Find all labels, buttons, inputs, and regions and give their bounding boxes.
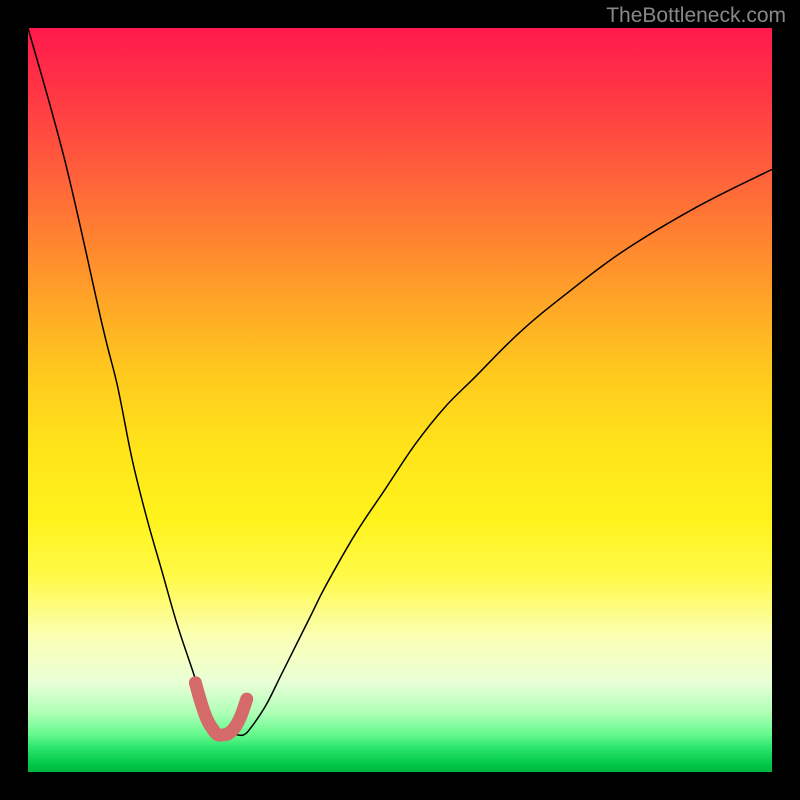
optimal-range-marker bbox=[195, 683, 246, 736]
chart-svg bbox=[28, 28, 772, 772]
bottleneck-curve bbox=[28, 28, 772, 735]
watermark-text: TheBottleneck.com bbox=[606, 4, 786, 28]
